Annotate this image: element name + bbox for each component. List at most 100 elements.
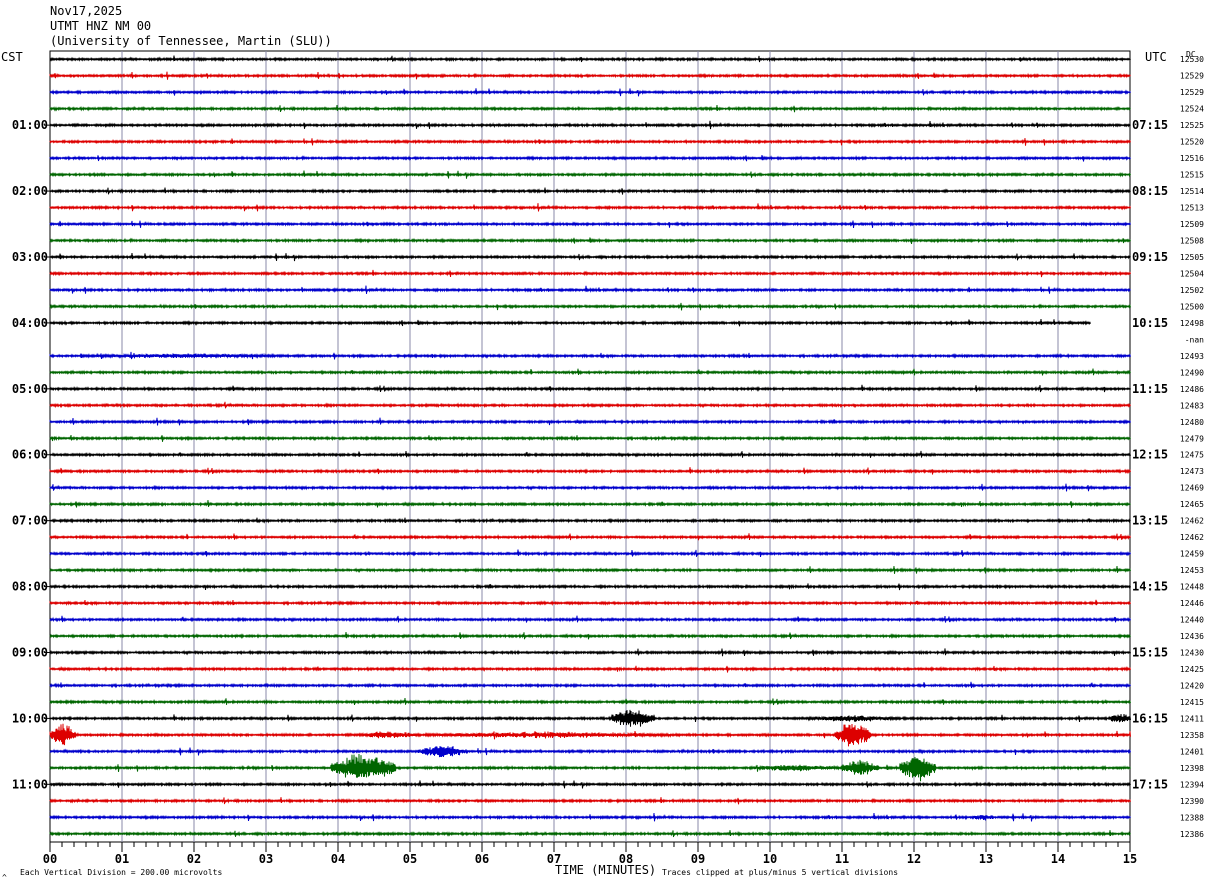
seismogram-trace xyxy=(49,55,1131,63)
seismogram-trace xyxy=(49,435,1131,442)
left-hour-label: 11:00 xyxy=(12,777,48,791)
seismogram-trace xyxy=(49,302,1131,311)
dc-value-label: 12358 xyxy=(1180,731,1204,740)
seismogram-trace xyxy=(49,170,1131,179)
dc-value-label: 12486 xyxy=(1180,385,1204,394)
left-hour-label: 10:00 xyxy=(12,711,48,725)
dc-value-label: 12465 xyxy=(1180,500,1204,509)
dc-value-label: 12446 xyxy=(1180,599,1204,608)
left-hour-label: 05:00 xyxy=(12,382,48,396)
seismogram-trace xyxy=(49,450,1131,458)
left-hour-label: 02:00 xyxy=(12,184,48,198)
dc-value-label: 12513 xyxy=(1180,204,1204,213)
dc-value-label: 12453 xyxy=(1180,566,1204,575)
dc-value-label: 12388 xyxy=(1180,813,1204,822)
seismogram-trace xyxy=(49,88,1131,97)
seismogram-trace xyxy=(49,565,1131,574)
left-timezone-label: CST xyxy=(1,50,23,64)
dc-value-label: 12386 xyxy=(1180,830,1204,839)
seismogram-trace xyxy=(49,318,1091,327)
dc-value-label: 12490 xyxy=(1180,368,1204,377)
seismogram-trace xyxy=(49,384,1131,393)
x-tick-label: 00 xyxy=(43,852,57,866)
dc-value-label: 12483 xyxy=(1180,401,1204,410)
seismogram-trace xyxy=(49,483,1131,492)
seismogram-trace xyxy=(49,105,1131,113)
corner-mark: ^ xyxy=(2,873,7,882)
dc-value-label: 12515 xyxy=(1180,171,1204,180)
seismogram-trace xyxy=(49,517,1131,524)
dc-value-label: 12504 xyxy=(1180,269,1204,278)
dc-value-label: 12529 xyxy=(1180,72,1204,81)
dc-value-label: 12505 xyxy=(1180,253,1204,262)
dc-value-label: 12440 xyxy=(1180,616,1204,625)
dc-value-label: 12529 xyxy=(1180,88,1204,97)
x-tick-label: 04 xyxy=(331,852,345,866)
seismogram-trace xyxy=(49,780,1131,789)
x-tick-label: 01 xyxy=(115,852,129,866)
seismogram-trace xyxy=(49,467,1131,475)
helicorder-plot: 00 01 02 03 04 05 06 07 08 09 10 11 12 13 14 1501:0002:… xyxy=(1,50,1204,882)
dc-value-label: 12390 xyxy=(1180,797,1204,806)
x-axis-title: TIME (MINUTES) xyxy=(555,863,656,877)
dc-value-label: 12401 xyxy=(1180,747,1204,756)
x-tick-label: 13 xyxy=(979,852,993,866)
dc-value-label: 12462 xyxy=(1180,533,1204,542)
right-hour-label: 14:15 xyxy=(1132,580,1168,594)
x-tick-label: 10 xyxy=(763,852,777,866)
left-hour-label: 03:00 xyxy=(12,250,48,264)
x-tick-label: 02 xyxy=(187,852,201,866)
traces xyxy=(49,55,1131,838)
right-hour-label: 10:15 xyxy=(1132,316,1168,330)
seismogram-trace xyxy=(49,368,1131,376)
seismogram-trace xyxy=(49,681,1131,689)
dc-value-label: 12493 xyxy=(1180,352,1204,361)
seismogram-trace xyxy=(49,746,1131,758)
x-tick-label: 11 xyxy=(835,852,849,866)
seismogram-trace xyxy=(49,533,1131,541)
dc-header-label: DC xyxy=(1186,50,1196,59)
seismogram-trace xyxy=(49,830,1131,838)
dc-value-label: 12398 xyxy=(1180,764,1204,773)
dc-value-label: 12473 xyxy=(1180,467,1204,476)
dc-value-label: 12502 xyxy=(1180,286,1204,295)
seismogram-trace xyxy=(49,723,1131,747)
seismogram-trace xyxy=(49,709,1131,727)
left-hour-label: 09:00 xyxy=(12,645,48,659)
seismogram-trace xyxy=(49,665,1131,673)
seismogram-trace xyxy=(49,631,1131,640)
right-hour-label: 16:15 xyxy=(1132,711,1168,725)
dc-value-label: 12469 xyxy=(1180,484,1204,493)
dc-value-label: 12524 xyxy=(1180,105,1204,114)
seismogram-trace xyxy=(49,351,1131,360)
seismogram-trace xyxy=(49,401,1131,409)
left-hour-label: 04:00 xyxy=(12,316,48,330)
dc-value-label: 12394 xyxy=(1180,780,1204,789)
x-tick-label: 12 xyxy=(907,852,921,866)
seismogram-trace xyxy=(49,252,1131,262)
dc-value-label: -nan xyxy=(1185,335,1204,344)
left-hour-label: 08:00 xyxy=(12,580,48,594)
x-tick-label: 14 xyxy=(1051,852,1065,866)
right-hour-label: 11:15 xyxy=(1132,382,1168,396)
dc-value-label: 12462 xyxy=(1180,517,1204,526)
right-hour-label: 13:15 xyxy=(1132,514,1168,528)
dc-value-label: 12479 xyxy=(1180,434,1204,443)
dc-value-label: 12425 xyxy=(1180,665,1204,674)
dc-value-label: 12430 xyxy=(1180,648,1204,657)
x-tick-label: 06 xyxy=(475,852,489,866)
seismogram-trace xyxy=(49,797,1131,805)
seismogram-trace xyxy=(49,549,1131,557)
seismogram-trace xyxy=(49,187,1131,195)
seismogram-trace xyxy=(49,812,1131,822)
dc-value-label: 12459 xyxy=(1180,550,1204,559)
seismogram-trace xyxy=(49,269,1131,278)
left-hour-label: 01:00 xyxy=(12,118,48,132)
seismogram-trace xyxy=(49,648,1131,657)
dc-value-label: 12498 xyxy=(1180,319,1204,328)
seismogram-trace xyxy=(49,155,1131,162)
dc-value-label: 12500 xyxy=(1180,302,1204,311)
x-tick-label: 09 xyxy=(691,852,705,866)
seismogram-trace xyxy=(49,285,1131,294)
dc-value-label: 12525 xyxy=(1180,121,1204,130)
